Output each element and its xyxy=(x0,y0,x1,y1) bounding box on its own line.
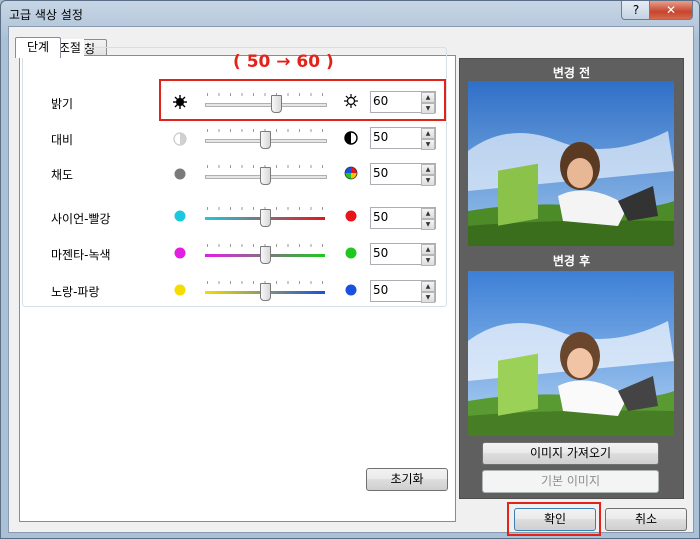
contrast-label: 대비 xyxy=(51,133,74,147)
magenta-green-up-button[interactable]: ▲ xyxy=(421,244,435,255)
cyan-red-value: 50 xyxy=(373,210,389,224)
after-preview-image xyxy=(468,271,674,436)
contrast-up-button[interactable]: ▲ xyxy=(421,128,435,139)
magenta-green-spin-field[interactable]: 50 ▲ ▼ xyxy=(370,243,436,266)
change-annotation-text: ( 50 → 60 ) xyxy=(233,52,334,72)
contrast-slider-thumb[interactable] xyxy=(260,131,271,149)
saturation-spin-field[interactable]: 50 ▲ ▼ xyxy=(370,163,436,186)
magenta-green-down-button[interactable]: ▼ xyxy=(421,255,435,266)
brightness-label: 밝기 xyxy=(51,97,74,111)
magenta-green-label: 마젠타-녹색 xyxy=(51,248,111,262)
reset-button[interactable]: 초기화 xyxy=(366,468,448,491)
contrast-icon xyxy=(344,131,358,145)
green-dot-icon xyxy=(345,247,357,259)
yellow-blue-up-button[interactable]: ▲ xyxy=(421,281,435,292)
ok-highlight-box xyxy=(507,502,601,536)
yellow-blue-label: 노랑-파랑 xyxy=(51,285,100,299)
saturation-value: 50 xyxy=(373,166,389,180)
close-button[interactable]: ✕ xyxy=(649,1,693,20)
red-dot-icon xyxy=(345,210,357,222)
brightness-highlight-box xyxy=(159,79,446,121)
saturation-slider-thumb[interactable] xyxy=(260,167,271,185)
yellow-dot-icon xyxy=(174,284,186,296)
yellow-blue-down-button[interactable]: ▼ xyxy=(421,292,435,303)
window-title: 고급 색상 설정 xyxy=(9,8,83,22)
before-label: 변경 전 xyxy=(552,66,591,80)
magenta-dot-icon xyxy=(174,247,186,259)
saturation-label: 채도 xyxy=(51,168,74,182)
cyan-red-slider-thumb[interactable] xyxy=(260,209,271,227)
title-bar: 고급 색상 설정 ? ✕ xyxy=(1,1,699,25)
tab-steps[interactable]: 단계 xyxy=(15,37,61,58)
cyan-red-down-button[interactable]: ▼ xyxy=(421,219,435,230)
cyan-red-label: 사이언-빨강 xyxy=(51,212,111,226)
default-image-button[interactable]: 기본 이미지 xyxy=(482,470,659,493)
cyan-dot-icon xyxy=(174,210,186,222)
gray-dot-icon xyxy=(174,168,186,180)
saturation-down-button[interactable]: ▼ xyxy=(421,175,435,186)
dialog-window: 고급 색상 설정 ? ✕ 단계 매칭 단계 조절 밝기 60 ▲▼ 대비 50 xyxy=(0,0,700,539)
before-preview-image xyxy=(468,81,674,246)
saturation-up-button[interactable]: ▲ xyxy=(421,164,435,175)
magenta-green-slider-thumb[interactable] xyxy=(260,246,271,264)
color-wheel-icon xyxy=(344,166,358,180)
cyan-red-up-button[interactable]: ▲ xyxy=(421,208,435,219)
magenta-green-value: 50 xyxy=(373,246,389,260)
yellow-blue-slider-thumb[interactable] xyxy=(260,283,271,301)
contrast-value: 50 xyxy=(373,130,389,144)
blue-dot-icon xyxy=(345,284,357,296)
contrast-down-button[interactable]: ▼ xyxy=(421,139,435,150)
cyan-red-spin-field[interactable]: 50 ▲ ▼ xyxy=(370,207,436,230)
cancel-button[interactable]: 취소 xyxy=(605,508,687,531)
low-contrast-icon xyxy=(173,132,187,146)
contrast-spin-field[interactable]: 50 ▲ ▼ xyxy=(370,127,436,150)
preview-panel: 변경 전 변경 후 xyxy=(459,58,684,499)
yellow-blue-value: 50 xyxy=(373,283,389,297)
load-image-button[interactable]: 이미지 가져오기 xyxy=(482,442,659,465)
after-label: 변경 후 xyxy=(552,254,591,268)
help-button[interactable]: ? xyxy=(621,1,651,20)
yellow-blue-spin-field[interactable]: 50 ▲ ▼ xyxy=(370,280,436,303)
